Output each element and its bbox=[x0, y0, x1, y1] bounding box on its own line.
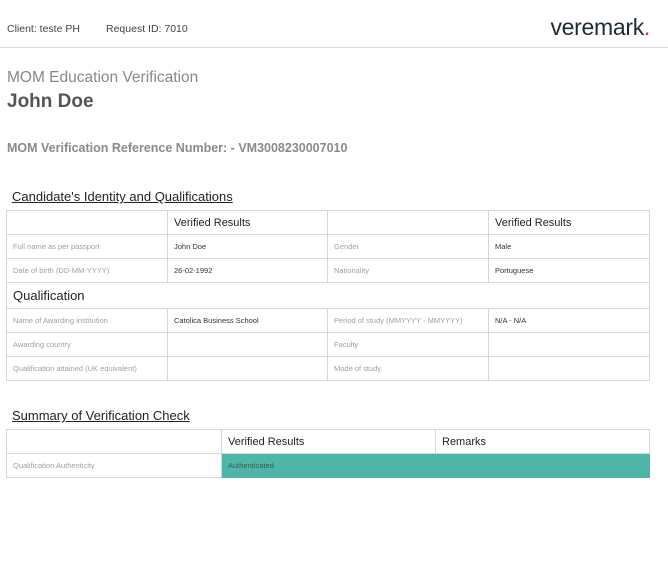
reference-number: MOM Verification Reference Number: - VM3… bbox=[7, 141, 347, 155]
field-label: Period of study (MMYYYY - MMYYYY) bbox=[327, 308, 489, 333]
client-label: Client: teste PH bbox=[7, 23, 80, 35]
candidate-name: John Doe bbox=[7, 91, 94, 112]
field-label: Nationality bbox=[327, 258, 489, 283]
empty-header-cell bbox=[6, 210, 168, 235]
summary-header-row: Verified Results Remarks bbox=[6, 429, 650, 454]
authenticity-status: Authenticated bbox=[221, 453, 650, 478]
field-label: Name of Awarding institution bbox=[6, 308, 168, 333]
field-label: Mode of study bbox=[327, 356, 489, 381]
field-value: John Doe bbox=[167, 234, 328, 259]
table-row: Qualification Authenticity Authenticated bbox=[6, 453, 650, 478]
summary-section-heading: Summary of Verification Check bbox=[12, 408, 190, 423]
request-id-label: Request ID: 7010 bbox=[106, 23, 188, 35]
table-row: Full name as per passport John Doe Gende… bbox=[6, 234, 650, 259]
verified-results-header-right: Verified Results bbox=[488, 210, 650, 235]
table-row: Qualification attained (UK equivalent) M… bbox=[6, 356, 650, 381]
field-label: Qualification attained (UK equivalent) bbox=[6, 356, 168, 381]
veremark-logo: veremark. bbox=[550, 14, 650, 41]
field-label: Date of birth (DD-MM-YYYY) bbox=[6, 258, 168, 283]
field-value bbox=[488, 332, 650, 357]
reference-value: VM3008230007010 bbox=[238, 141, 348, 155]
field-value bbox=[488, 356, 650, 381]
remarks-header: Remarks bbox=[435, 429, 650, 454]
verified-results-header-left: Verified Results bbox=[167, 210, 328, 235]
field-value: Portuguese bbox=[488, 258, 650, 283]
empty-header-cell bbox=[6, 429, 222, 454]
qualification-heading: Qualification bbox=[6, 282, 650, 309]
field-label: Qualification Authenticity bbox=[6, 453, 222, 478]
table-row: Name of Awarding institution Catolica Bu… bbox=[6, 308, 650, 333]
identity-table: Verified Results Verified Results Full n… bbox=[6, 210, 650, 381]
report-header: Client: teste PH Request ID: 7010 verema… bbox=[0, 0, 668, 48]
field-value: N/A - N/A bbox=[488, 308, 650, 333]
field-label: Awarding country bbox=[6, 332, 168, 357]
verified-results-header: Verified Results bbox=[221, 429, 436, 454]
summary-table: Verified Results Remarks Qualification A… bbox=[6, 429, 650, 478]
document-title: MOM Education Verification bbox=[7, 69, 199, 86]
field-value: 26-02-1992 bbox=[167, 258, 328, 283]
field-value bbox=[167, 356, 328, 381]
field-value: Catolica Business School bbox=[167, 308, 328, 333]
identity-header-row: Verified Results Verified Results bbox=[6, 210, 650, 235]
logo-dot: . bbox=[643, 14, 650, 40]
logo-text: veremark bbox=[550, 14, 644, 40]
field-value: Male bbox=[488, 234, 650, 259]
reference-label: MOM Verification Reference Number: - bbox=[7, 141, 235, 155]
field-label: Faculty bbox=[327, 332, 489, 357]
identity-section-heading: Candidate's Identity and Qualifications bbox=[12, 189, 233, 204]
qualification-heading-row: Qualification bbox=[6, 282, 650, 309]
field-label: Gender bbox=[327, 234, 489, 259]
field-label: Full name as per passport bbox=[6, 234, 168, 259]
field-value bbox=[167, 332, 328, 357]
table-row: Date of birth (DD-MM-YYYY) 26-02-1992 Na… bbox=[6, 258, 650, 283]
empty-header-cell bbox=[327, 210, 489, 235]
table-row: Awarding country Faculty bbox=[6, 332, 650, 357]
